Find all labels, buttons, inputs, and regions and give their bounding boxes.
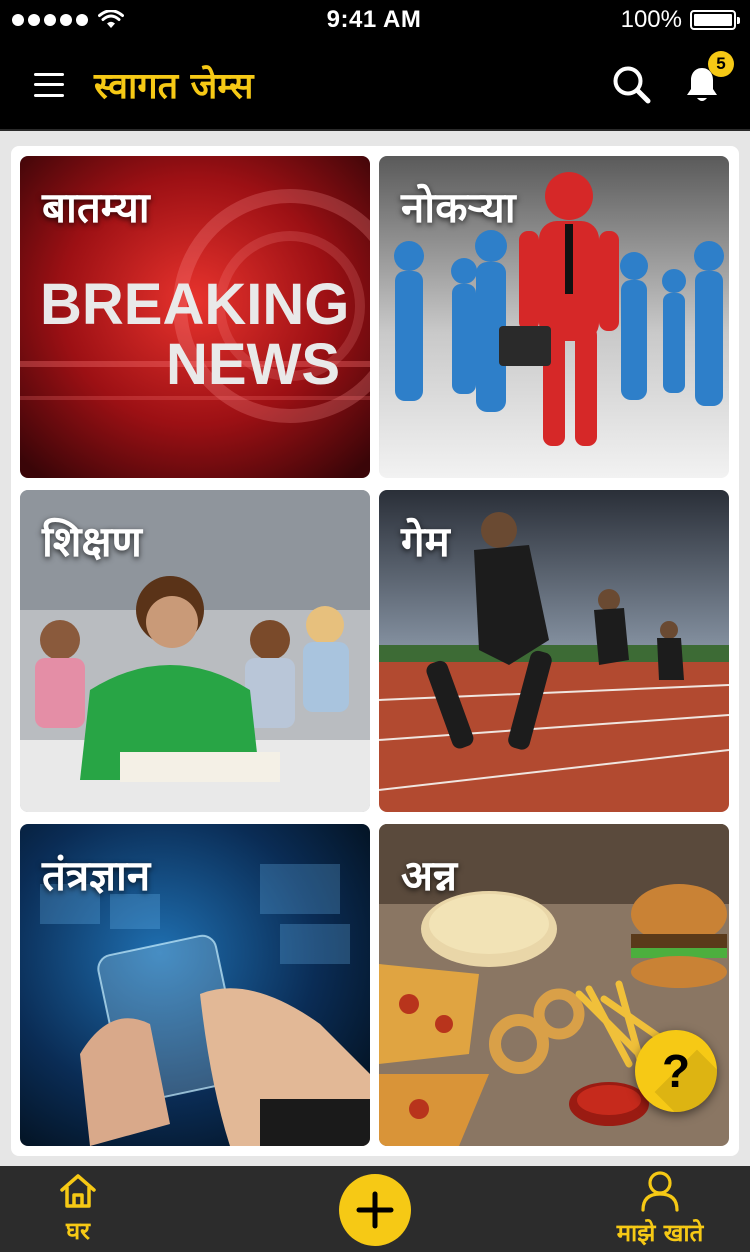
tile-label-food: अन्न (401, 851, 458, 900)
tile-games[interactable]: गेम (379, 490, 729, 812)
notifications-button[interactable]: 5 (684, 50, 734, 105)
user-icon (641, 1170, 679, 1212)
tile-education[interactable]: शिक्षण (20, 490, 370, 812)
status-left (12, 10, 212, 30)
cellular-signal-icon (12, 14, 88, 26)
notification-count-badge: 5 (708, 50, 734, 77)
search-icon (613, 66, 651, 103)
status-right: 100% (536, 6, 740, 34)
help-question-icon: ? (661, 1045, 691, 1097)
nav-home-label: घर (66, 1216, 90, 1245)
status-bar: 9:41 AM 100% (0, 0, 750, 40)
tile-jobs[interactable]: नोकऱ्या (379, 156, 729, 478)
plus-icon (356, 1191, 394, 1229)
news-text: NEWS (166, 332, 340, 397)
welcome-title: स्वागत जेम्स (94, 66, 254, 107)
category-grid: BREAKING NEWS बातम्या नोकऱ्या शिक्षण गेम… (20, 156, 730, 1146)
bottom-nav: घर माझे खाते (0, 1166, 750, 1252)
help-button[interactable]: ? (635, 1030, 717, 1112)
add-button[interactable] (339, 1174, 411, 1246)
battery-percentage: 100% (620, 6, 682, 33)
tile-label-games: गेम (401, 517, 450, 566)
home-icon (60, 1173, 96, 1208)
wifi-icon (98, 10, 124, 28)
app-header: स्वागत जेम्स 5 (0, 40, 750, 131)
hamburger-menu-icon[interactable] (34, 72, 64, 97)
tile-news[interactable]: BREAKING NEWS बातम्या (20, 156, 370, 478)
tile-label-jobs: नोकऱ्या (401, 183, 516, 232)
battery-full-icon (689, 10, 740, 30)
tile-label-news: बातम्या (42, 183, 150, 232)
search-button[interactable] (612, 65, 652, 105)
nav-account-label: माझे खाते (616, 1218, 704, 1247)
tile-label-education: शिक्षण (42, 517, 142, 566)
nav-home[interactable]: घर (0, 1166, 156, 1252)
breaking-text: BREAKING (40, 272, 349, 337)
category-grid-card: BREAKING NEWS बातम्या नोकऱ्या शिक्षण गेम… (11, 146, 739, 1156)
header-actions: 5 (612, 50, 734, 105)
status-time: 9:41 AM (326, 6, 422, 33)
nav-account[interactable]: माझे खाते (570, 1166, 750, 1252)
tile-label-technology: तंत्रज्ञान (42, 851, 151, 900)
tile-technology[interactable]: तंत्रज्ञान (20, 824, 370, 1146)
